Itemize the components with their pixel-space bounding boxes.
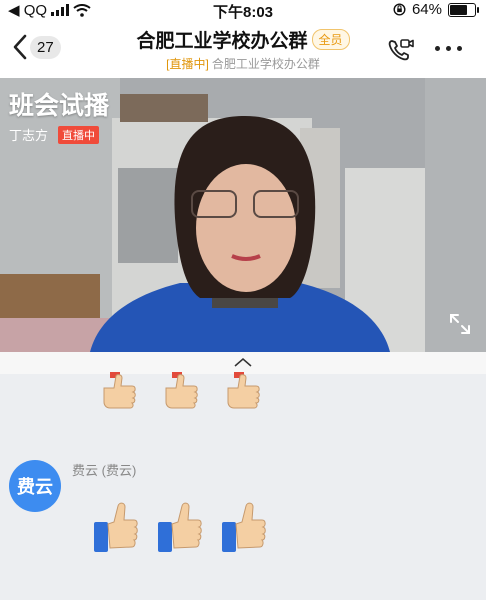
thumbs-up-icon (165, 372, 198, 409)
thumbs-up-icon (94, 502, 138, 552)
all-members-badge: 全员 (311, 29, 350, 50)
live-video-player[interactable]: 班会试播 丁志方 直播中 (0, 78, 486, 352)
previous-message-emojis (100, 372, 266, 412)
battery-percent: 64% (411, 1, 442, 18)
live-group-name: 合肥工业学校办公群 (211, 57, 320, 71)
chat-header: 27 合肥工业学校办公群 全员 [直播中] 合肥工业学校办公群 (0, 20, 486, 78)
collapse-video-bar[interactable] (0, 352, 486, 374)
live-badge: 直播中 (58, 125, 100, 144)
live-status: [直播中] (166, 57, 209, 71)
more-options-icon[interactable] (435, 46, 462, 51)
thumbs-up-icon (222, 502, 266, 552)
avatar[interactable]: 费云 (9, 460, 61, 512)
video-call-icon[interactable] (388, 38, 414, 62)
live-title: 班会试播 (9, 92, 110, 120)
orientation-lock-icon (393, 3, 406, 16)
thumbs-up-icon (227, 372, 260, 409)
message-emojis[interactable] (92, 500, 268, 556)
status-bar: ◀ QQ 下午8:03 64% (0, 0, 486, 21)
battery-icon (448, 2, 479, 17)
group-name: 合肥工业学校办公群 (136, 31, 308, 52)
fullscreen-icon[interactable] (448, 312, 472, 336)
chat-messages[interactable]: 费云 费云 (费云) (0, 372, 486, 600)
host-name: 丁志方 (9, 128, 49, 143)
sender-name[interactable]: 费云 (费云) (72, 460, 136, 479)
chevron-up-icon[interactable] (233, 356, 253, 368)
thumbs-up-icon (103, 372, 136, 409)
thumbs-up-icon (158, 502, 202, 552)
